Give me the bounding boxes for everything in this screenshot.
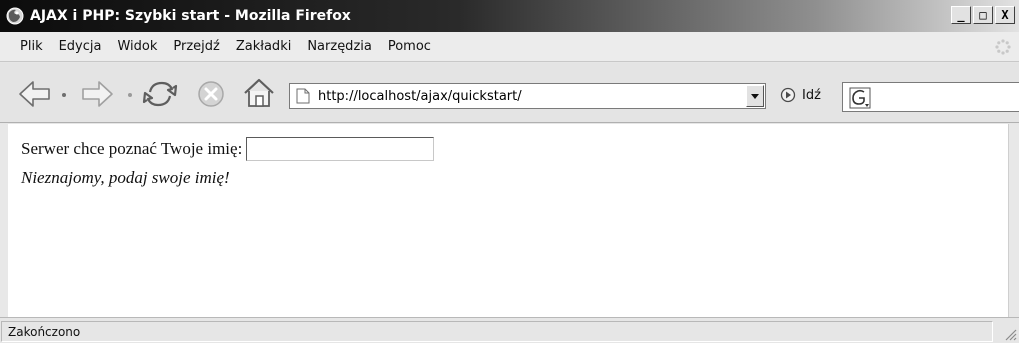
menu-bar: Plik Edycja Widok Przejdź Zakładki Narzę… bbox=[0, 32, 1019, 62]
menu-przejdz[interactable]: Przejdź bbox=[173, 39, 219, 54]
menu-plik[interactable]: Plik bbox=[20, 39, 43, 54]
minimize-icon: _ bbox=[957, 8, 965, 22]
search-bar[interactable] bbox=[842, 82, 1019, 112]
search-engine-icon[interactable] bbox=[849, 87, 871, 109]
go-label: Idź bbox=[802, 87, 821, 103]
browser-window: AJAX i PHP: Szybki start - Mozilla Firef… bbox=[0, 0, 1019, 343]
url-dropdown-button[interactable] bbox=[746, 85, 764, 107]
status-bar: Zakończono bbox=[0, 317, 1019, 343]
stop-icon[interactable] bbox=[196, 79, 226, 109]
go-icon bbox=[780, 87, 796, 103]
menu-zakladki[interactable]: Zakładki bbox=[236, 39, 291, 54]
left-frame-border bbox=[0, 124, 8, 317]
close-icon: X bbox=[1001, 8, 1009, 22]
window-title: AJAX i PHP: Szybki start - Mozilla Firef… bbox=[30, 8, 351, 24]
server-response: Nieznajomy, podaj swoje imię! bbox=[21, 168, 230, 187]
title-bar: AJAX i PHP: Szybki start - Mozilla Firef… bbox=[0, 0, 1019, 32]
minimize-button[interactable]: _ bbox=[951, 6, 971, 24]
menu-pomoc[interactable]: Pomoc bbox=[388, 39, 431, 54]
menu-edycja[interactable]: Edycja bbox=[59, 39, 102, 54]
page-content: Serwer chce poznać Twoje imię: Nieznajom… bbox=[8, 124, 1008, 317]
window-controls: _ □ X bbox=[951, 6, 1015, 24]
name-prompt-label: Serwer chce poznać Twoje imię: bbox=[21, 139, 243, 158]
firefox-icon bbox=[6, 7, 24, 25]
throbber-icon bbox=[995, 39, 1011, 55]
right-frame-border bbox=[1008, 124, 1019, 317]
go-button[interactable]: Idź bbox=[780, 87, 821, 103]
address-bar[interactable]: http://localhost/ajax/quickstart/ bbox=[289, 83, 766, 109]
reload-icon[interactable] bbox=[142, 78, 178, 110]
page-icon bbox=[296, 88, 310, 104]
url-text[interactable]: http://localhost/ajax/quickstart/ bbox=[318, 89, 746, 104]
forward-dropdown-icon[interactable] bbox=[126, 91, 134, 99]
back-arrow-icon[interactable] bbox=[18, 79, 52, 109]
maximize-button[interactable]: □ bbox=[973, 6, 993, 24]
close-button[interactable]: X bbox=[995, 6, 1015, 24]
resize-grip-icon[interactable] bbox=[1003, 327, 1017, 341]
home-icon[interactable] bbox=[242, 77, 276, 109]
chevron-down-icon bbox=[751, 94, 759, 99]
google-g-icon bbox=[849, 87, 871, 109]
status-panel: Zakończono bbox=[1, 321, 993, 342]
status-text: Zakończono bbox=[8, 324, 81, 339]
forward-arrow-icon[interactable] bbox=[80, 79, 114, 109]
name-input[interactable] bbox=[246, 137, 435, 161]
maximize-icon: □ bbox=[979, 8, 987, 22]
name-prompt-row: Serwer chce poznać Twoje imię: bbox=[21, 137, 435, 161]
navigation-toolbar: http://localhost/ajax/quickstart/ Idź bbox=[0, 63, 1019, 123]
menu-widok[interactable]: Widok bbox=[117, 39, 157, 54]
menu-narzedzia[interactable]: Narzędzia bbox=[307, 39, 372, 54]
back-dropdown-icon[interactable] bbox=[60, 91, 68, 99]
